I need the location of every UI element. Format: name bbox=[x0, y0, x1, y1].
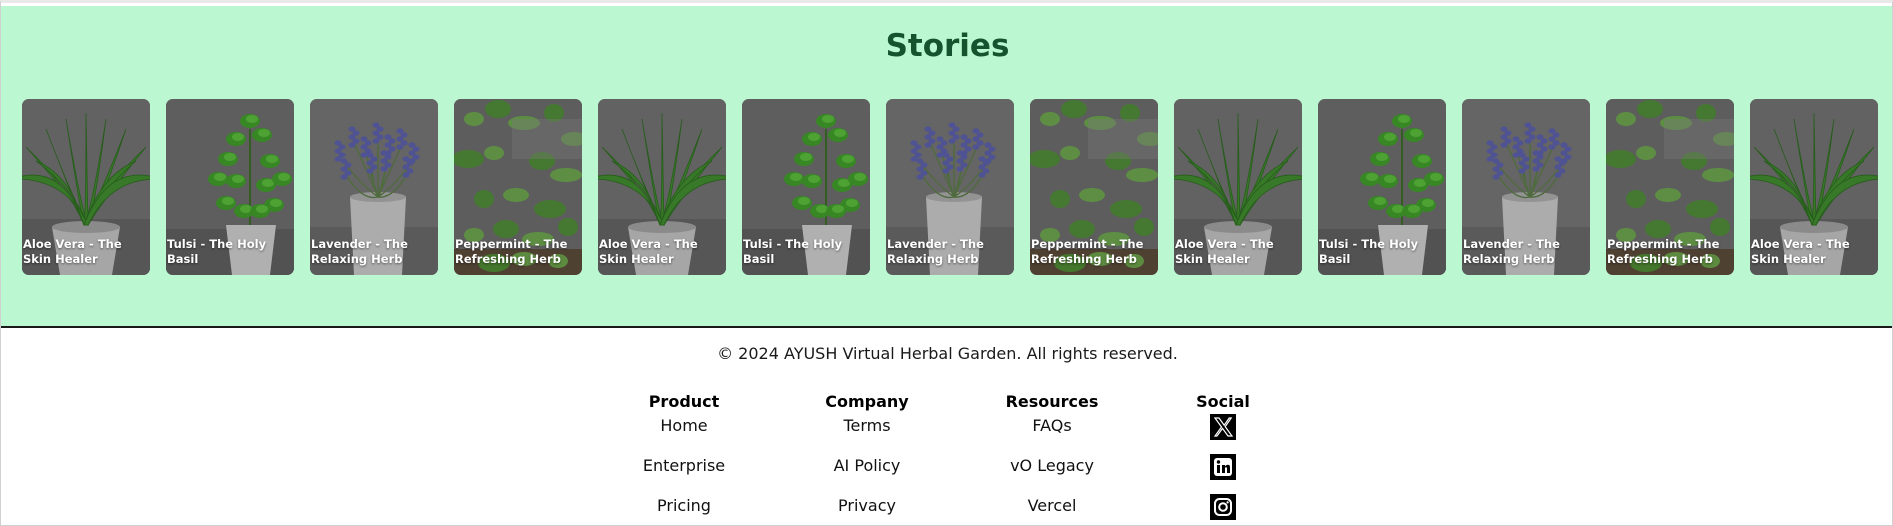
stories-title: Stories bbox=[885, 28, 1010, 64]
footer-link-ai-policy[interactable]: AI Policy bbox=[807, 454, 927, 494]
story-card[interactable]: Aloe Vera - The Skin Healer bbox=[1174, 99, 1302, 275]
story-caption: Tulsi - The Holy Basil bbox=[167, 237, 267, 266]
footer-link-terms[interactable]: Terms bbox=[807, 414, 927, 454]
story-caption: Tulsi - The Holy Basil bbox=[1319, 237, 1419, 266]
story-caption: Lavender - The Relaxing Herb bbox=[311, 237, 408, 266]
footer-column-social: Social bbox=[1183, 390, 1263, 525]
story-caption: Peppermint - The Refreshing Herb bbox=[1607, 237, 1720, 266]
footer-link-vo-legacy[interactable]: vO Legacy bbox=[992, 454, 1112, 494]
footer-link-vercel[interactable]: Vercel bbox=[992, 494, 1112, 525]
story-caption: Peppermint - The Refreshing Herb bbox=[1031, 237, 1144, 266]
copyright-text: © 2024 AYUSH Virtual Herbal Garden. All … bbox=[717, 344, 1178, 363]
story-card[interactable]: Lavender - The Relaxing Herb bbox=[886, 99, 1014, 275]
footer-link-home[interactable]: Home bbox=[624, 414, 744, 454]
stories-carousel[interactable]: Aloe Vera - The Skin Healer Tulsi - The H… bbox=[22, 99, 1892, 279]
instagram-icon[interactable] bbox=[1210, 494, 1236, 520]
footer-column-resources: Resources FAQs vO Legacy Vercel bbox=[992, 390, 1112, 525]
story-caption: Aloe Vera - The Skin Healer bbox=[23, 237, 122, 266]
story-card[interactable]: Aloe Vera - The Skin Healer bbox=[1750, 99, 1878, 275]
footer-heading-company: Company bbox=[825, 392, 909, 411]
story-card[interactable]: Tulsi - The Holy Basil bbox=[166, 99, 294, 275]
footer-heading-product: Product bbox=[648, 392, 720, 411]
footer-column-product: Product Home Enterprise Pricing bbox=[624, 390, 744, 525]
story-card[interactable]: Lavender - The Relaxing Herb bbox=[1462, 99, 1590, 275]
story-caption: Lavender - The Relaxing Herb bbox=[1463, 237, 1560, 266]
stories-section: Stories Aloe Vera - The Skin Healer Tulsi… bbox=[1, 6, 1892, 328]
story-card[interactable]: Peppermint - The Refreshing Herb bbox=[1030, 99, 1158, 275]
story-caption: Peppermint - The Refreshing Herb bbox=[455, 237, 568, 266]
story-card[interactable]: Tulsi - The Holy Basil bbox=[742, 99, 870, 275]
footer-link-privacy[interactable]: Privacy bbox=[807, 494, 927, 525]
story-caption: Aloe Vera - The Skin Healer bbox=[1175, 237, 1274, 266]
footer-link-pricing[interactable]: Pricing bbox=[624, 494, 744, 525]
story-card[interactable]: Tulsi - The Holy Basil bbox=[1318, 99, 1446, 275]
story-card[interactable]: Peppermint - The Refreshing Herb bbox=[454, 99, 582, 275]
story-card[interactable]: Lavender - The Relaxing Herb bbox=[310, 99, 438, 275]
story-card[interactable]: Aloe Vera - The Skin Healer bbox=[22, 99, 150, 275]
story-card[interactable]: Aloe Vera - The Skin Healer bbox=[598, 99, 726, 275]
footer-link-enterprise[interactable]: Enterprise bbox=[624, 454, 744, 494]
site-footer: © 2024 AYUSH Virtual Herbal Garden. All … bbox=[1, 330, 1892, 525]
x-icon[interactable] bbox=[1210, 414, 1236, 440]
footer-heading-resources: Resources bbox=[1005, 392, 1099, 411]
story-caption: Aloe Vera - The Skin Healer bbox=[599, 237, 698, 266]
page-frame: Stories Aloe Vera - The Skin Healer Tulsi… bbox=[0, 0, 1893, 526]
footer-link-faqs[interactable]: FAQs bbox=[992, 414, 1112, 454]
linkedin-icon[interactable] bbox=[1210, 454, 1236, 480]
footer-column-company: Company Terms AI Policy Privacy bbox=[807, 390, 927, 525]
story-caption: Lavender - The Relaxing Herb bbox=[887, 237, 984, 266]
story-card[interactable]: Peppermint - The Refreshing Herb bbox=[1606, 99, 1734, 275]
footer-heading-social: Social bbox=[1196, 392, 1250, 411]
story-caption: Aloe Vera - The Skin Healer bbox=[1751, 237, 1850, 266]
story-caption: Tulsi - The Holy Basil bbox=[743, 237, 843, 266]
